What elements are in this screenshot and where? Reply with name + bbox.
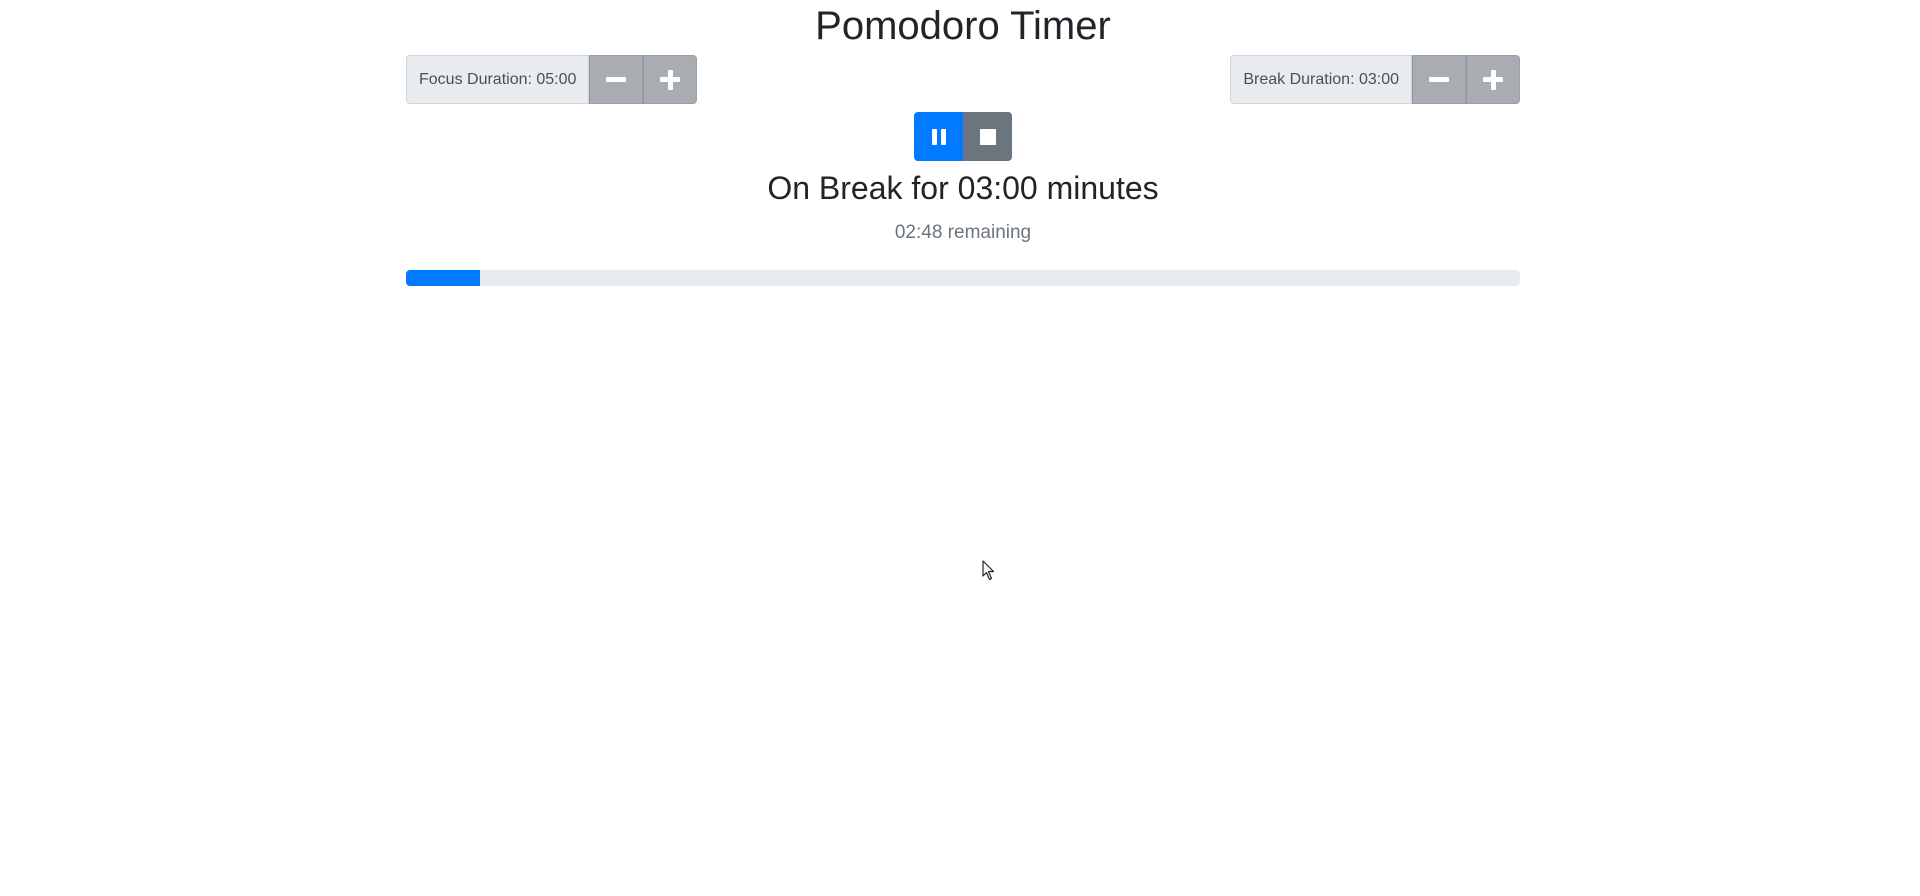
progress-fill bbox=[406, 270, 481, 286]
focus-duration-label: Focus Duration: 05:00 bbox=[406, 55, 590, 104]
break-duration-label: Break Duration: 03:00 bbox=[1230, 55, 1412, 104]
minus-icon bbox=[1429, 77, 1449, 82]
minus-icon bbox=[606, 77, 627, 82]
focus-decrement-button[interactable] bbox=[589, 55, 644, 104]
status-heading: On Break for 03:00 minutes bbox=[767, 170, 1159, 206]
focus-increment-button[interactable] bbox=[643, 55, 698, 104]
progress-track bbox=[406, 270, 1520, 286]
app-container: Pomodoro Timer Focus Duration: 05:00 Bre… bbox=[406, 0, 1520, 896]
pause-button[interactable] bbox=[914, 112, 963, 161]
time-remaining: 02:48 remaining bbox=[894, 222, 1032, 243]
stop-button[interactable] bbox=[963, 112, 1012, 161]
page-title: Pomodoro Timer bbox=[815, 4, 1111, 48]
plus-icon bbox=[1483, 69, 1503, 90]
mouse-cursor-icon bbox=[982, 560, 995, 581]
pause-icon bbox=[931, 128, 946, 145]
plus-icon bbox=[660, 69, 681, 90]
focus-duration-group: Focus Duration: 05:00 bbox=[406, 55, 698, 104]
break-increment-button[interactable] bbox=[1466, 55, 1520, 104]
stop-icon bbox=[979, 128, 996, 145]
break-decrement-button[interactable] bbox=[1412, 55, 1466, 104]
break-duration-group: Break Duration: 03:00 bbox=[1230, 55, 1520, 104]
timer-controls bbox=[914, 112, 1012, 161]
